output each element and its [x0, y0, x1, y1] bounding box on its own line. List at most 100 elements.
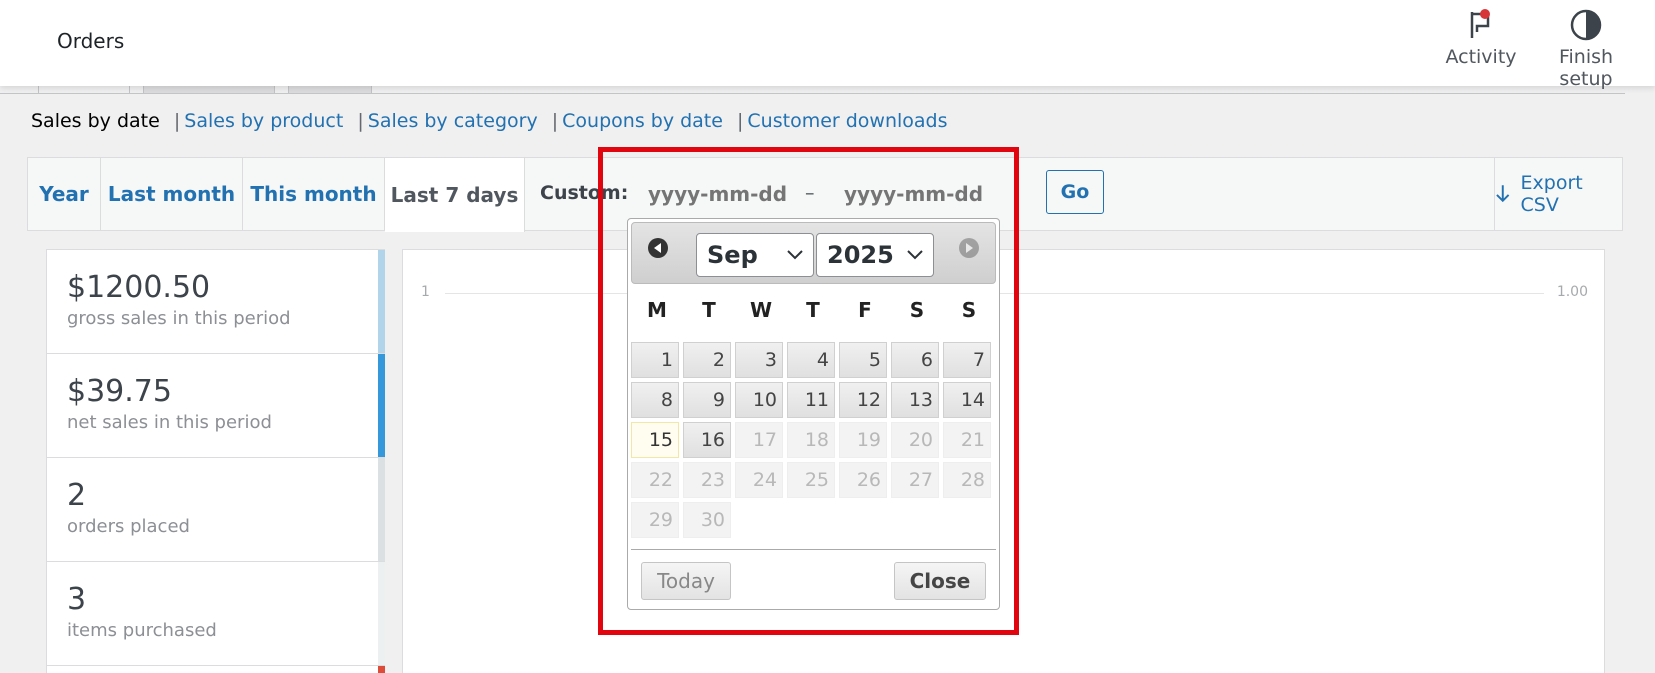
calendar-day[interactable]: 5 — [839, 342, 887, 378]
calendar-day: 24 — [735, 462, 783, 498]
calendar-day[interactable]: 8 — [631, 382, 679, 418]
calendar-day[interactable]: 6 — [891, 342, 939, 378]
legend-color-bar — [378, 458, 385, 561]
custom-range-label: Custom: — [540, 182, 629, 204]
legend-color-bar — [378, 354, 385, 457]
today-button[interactable]: Today — [641, 562, 731, 600]
calendar-grid: 1 2 3 4 5 6 7 8 9 10 11 12 13 14 15 16 17 18 19 20 21 22 23 24 2… — [631, 342, 996, 538]
start-date-input[interactable] — [642, 172, 792, 216]
legend-desc: orders placed — [67, 516, 190, 537]
calendar-day[interactable]: 9 — [683, 382, 731, 418]
calendar-day[interactable]: 7 — [943, 342, 991, 378]
month-select-value: Sep — [707, 241, 758, 269]
legend-item-gross-sales[interactable]: $1200.50 gross sales in this period — [46, 249, 385, 353]
year-select-value: 2025 — [827, 241, 894, 269]
range-tab-year[interactable]: Year — [28, 158, 101, 230]
activity-label: Activity — [1445, 46, 1517, 68]
chevron-down-icon — [787, 250, 803, 260]
legend-desc: items purchased — [67, 620, 217, 641]
legend-item-partial[interactable] — [46, 665, 385, 673]
separator: | — [737, 110, 744, 132]
next-month-icon[interactable] — [958, 237, 980, 259]
weekday-label: S — [909, 298, 925, 322]
legend-amount: 3 — [67, 582, 87, 617]
calendar-day[interactable]: 16 — [683, 422, 731, 458]
legend-amount: $39.75 — [67, 374, 172, 409]
close-button[interactable]: Close — [894, 562, 986, 600]
report-link-sales-by-category[interactable]: Sales by category — [368, 110, 538, 132]
calendar-day: 19 — [839, 422, 887, 458]
legend-desc: net sales in this period — [67, 412, 272, 433]
weekday-label: M — [647, 298, 667, 322]
calendar-day: 23 — [683, 462, 731, 498]
download-arrow-icon — [1496, 185, 1510, 203]
finish-setup-button[interactable]: Finish setup — [1530, 8, 1642, 90]
separator: | — [357, 110, 364, 132]
legend-item-orders-placed[interactable]: 2 orders placed — [46, 457, 385, 561]
export-csv-button[interactable]: Export CSV — [1494, 158, 1624, 230]
calendar-day: 21 — [943, 422, 991, 458]
report-link-customer-downloads[interactable]: Customer downloads — [747, 110, 947, 132]
report-link-sales-by-date: Sales by date — [31, 110, 160, 132]
prev-month-icon[interactable] — [647, 237, 669, 259]
calendar-day[interactable]: 12 — [839, 382, 887, 418]
finish-setup-label: Finish setup — [1558, 46, 1614, 90]
go-button[interactable]: Go — [1046, 170, 1104, 214]
calendar-day: 20 — [891, 422, 939, 458]
calendar-day: 22 — [631, 462, 679, 498]
calendar-day: 30 — [683, 502, 731, 538]
calendar-day[interactable]: 10 — [735, 382, 783, 418]
calendar-day[interactable]: 14 — [943, 382, 991, 418]
weekday-label: T — [702, 298, 716, 322]
calendar-day[interactable]: 13 — [891, 382, 939, 418]
range-dash: – — [805, 182, 815, 204]
datepicker-popup: Sep 2025 M T W T F S S 1 2 3 4 5 6 7 8 9 10 11 12 13… — [627, 218, 1000, 610]
legend-amount: $1200.50 — [67, 270, 211, 305]
calendar-day: 26 — [839, 462, 887, 498]
calendar-day: 28 — [943, 462, 991, 498]
separator: | — [551, 110, 559, 132]
weekday-label: S — [961, 298, 977, 322]
legend-color-bar — [378, 666, 385, 673]
top-header: Orders Activity Finish setup — [0, 0, 1655, 90]
legend-item-net-sales[interactable]: $39.75 net sales in this period — [46, 353, 385, 457]
weekday-header: M T W T F S S — [631, 298, 996, 338]
range-tab-last-7-days[interactable]: Last 7 days — [385, 158, 525, 232]
calendar-day[interactable]: 2 — [683, 342, 731, 378]
y-axis-left-tick: 1 — [421, 284, 430, 300]
calendar-day: 29 — [631, 502, 679, 538]
calendar-day: 27 — [891, 462, 939, 498]
weekday-label: T — [806, 298, 820, 322]
report-link-coupons-by-date[interactable]: Coupons by date — [562, 110, 723, 132]
weekday-label: W — [749, 298, 773, 322]
legend-amount: 2 — [67, 478, 87, 513]
month-select[interactable]: Sep — [696, 233, 814, 277]
report-links: Sales by date | Sales by product | Sales b… — [31, 110, 948, 132]
range-tab-this-month[interactable]: This month — [243, 158, 385, 230]
calendar-day[interactable]: 11 — [787, 382, 835, 418]
legend-color-bar — [378, 250, 385, 353]
legend-desc: gross sales in this period — [67, 308, 291, 329]
legend-item-items-purchased[interactable]: 3 items purchased — [46, 561, 385, 665]
calendar-day: 17 — [735, 422, 783, 458]
calendar-day: 18 — [787, 422, 835, 458]
report-link-sales-by-product[interactable]: Sales by product — [184, 110, 343, 132]
calendar-day: 25 — [787, 462, 835, 498]
legend-color-bar — [378, 562, 385, 665]
weekday-label: F — [858, 298, 872, 322]
calendar-day[interactable]: 3 — [735, 342, 783, 378]
year-select[interactable]: 2025 — [816, 233, 934, 277]
calendar-day[interactable]: 1 — [631, 342, 679, 378]
calendar-day[interactable]: 15 — [631, 422, 679, 458]
export-csv-label: Export CSV — [1520, 172, 1583, 216]
chart-legend: $1200.50 gross sales in this period $39.… — [46, 249, 385, 673]
half-circle-icon — [1570, 9, 1602, 41]
flag-icon — [1470, 9, 1490, 38]
activity-button[interactable]: Activity — [1432, 8, 1530, 68]
y-axis-right-tick: 1.00 — [1556, 284, 1588, 300]
separator: | — [173, 110, 181, 132]
range-tab-last-month[interactable]: Last month — [101, 158, 243, 230]
datepicker-footer: Today Close — [631, 549, 996, 609]
end-date-input[interactable] — [838, 172, 988, 216]
calendar-day[interactable]: 4 — [787, 342, 835, 378]
